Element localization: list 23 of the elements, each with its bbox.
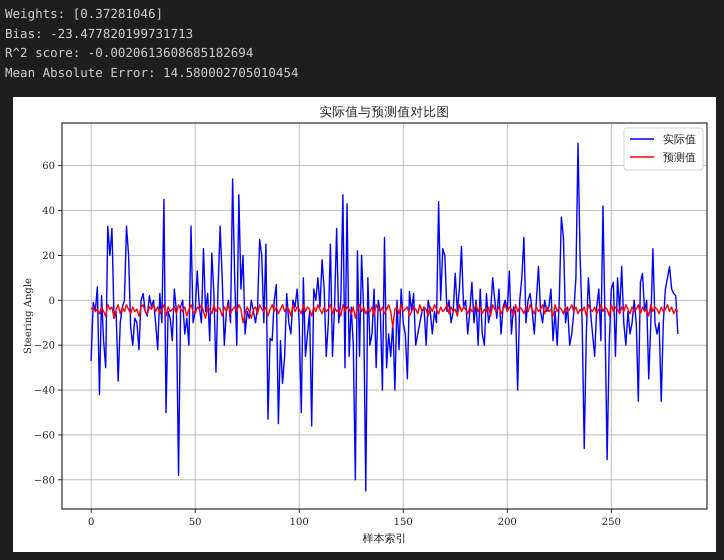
x-tick-label: 150 (394, 517, 413, 528)
output-text: Mean Absolute Error: 14.580002705010454 (5, 64, 298, 82)
output-text: R^2 score: -0.0020613608685182694 (5, 44, 254, 62)
y-tick-label: 0 (48, 296, 55, 307)
x-axis-label: 样本索引 (362, 532, 406, 545)
x-tick-label: 250 (602, 517, 621, 528)
y-tick-label: 40 (42, 206, 55, 218)
x-tick-label: 0 (88, 517, 94, 528)
y-tick-label: 20 (42, 250, 55, 262)
output-text: Weights: [0.37281046] (5, 5, 164, 23)
y-axis-label: Steering Angle (23, 278, 34, 354)
x-tick-label: 100 (290, 517, 309, 528)
legend-label: 实际值 (663, 133, 696, 146)
y-tick-label: 60 (42, 161, 55, 172)
output-text: Bias: -23.477820199731713 (5, 24, 194, 42)
x-tick-label: 200 (498, 517, 517, 528)
x-tick-label: 50 (188, 517, 202, 528)
legend-label: 预测值 (663, 151, 696, 164)
y-tick-label: −60 (34, 430, 55, 442)
y-tick-label: −20 (34, 340, 55, 352)
y-tick-label: −40 (34, 386, 55, 397)
chart-title: 实际值与预测值对比图 (320, 104, 450, 119)
y-tick-label: −80 (34, 475, 55, 486)
